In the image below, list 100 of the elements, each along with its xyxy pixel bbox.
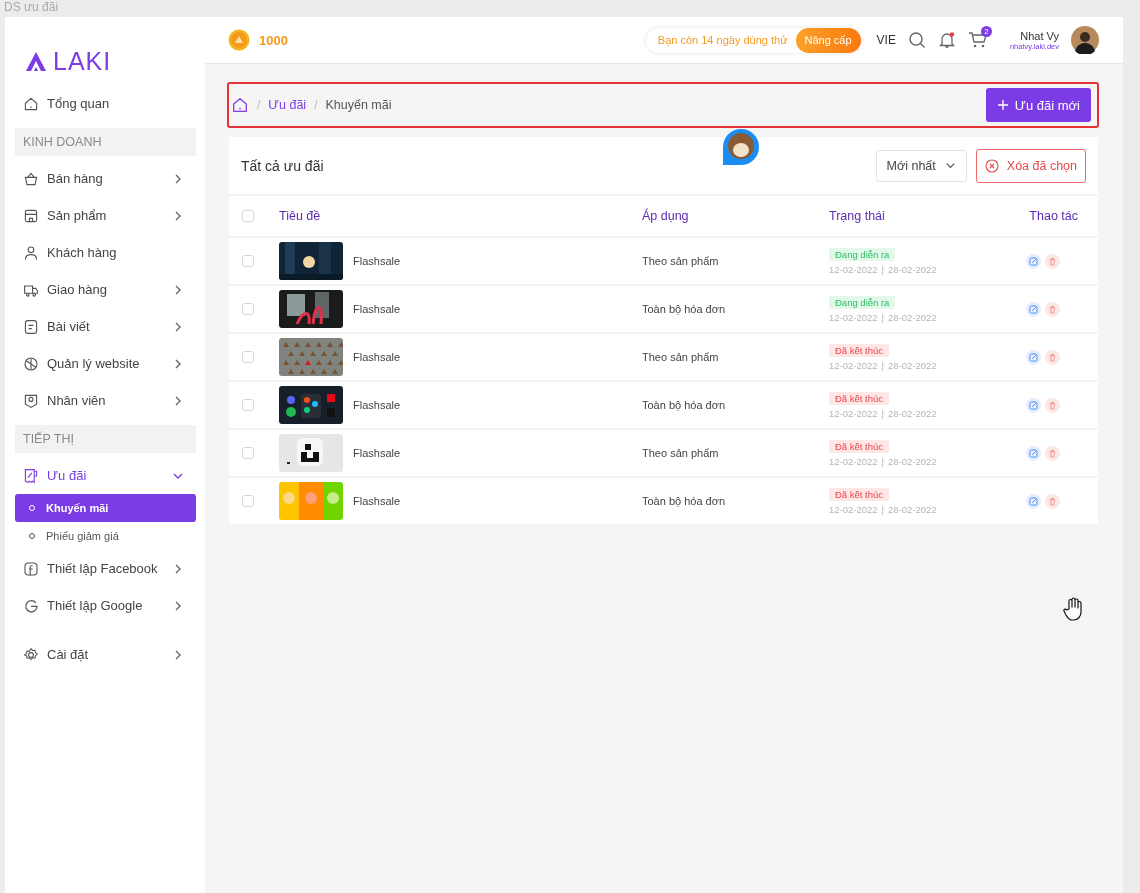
date-separator: | [881,311,885,323]
edit-icon[interactable] [1026,349,1041,365]
trash-icon[interactable] [1045,253,1060,269]
status-tag: Đang diễn ra [829,295,896,309]
section-header: TIẾP THỊ [15,425,196,453]
status-tag: Đã kết thúc [829,391,890,405]
plus-icon [996,99,1009,111]
home-icon[interactable] [231,96,249,114]
close-circle-icon [984,158,999,173]
new-offer-button[interactable]: Ưu đãi mới [985,88,1091,122]
globe-icon [23,355,39,372]
trash-icon[interactable] [1045,493,1060,509]
id-badge-icon [23,392,39,409]
trash-icon[interactable] [1045,445,1060,461]
offer-title: Flashsale [353,495,401,507]
start-date: 12-02-2022 [829,359,878,371]
date-separator: | [881,503,885,515]
breadcrumb-separator: / [314,98,318,112]
sidebar-item[interactable]: Tổng quan [15,85,196,122]
trash-icon[interactable] [1045,349,1060,365]
row-checkbox[interactable] [242,303,254,315]
card-title: Tất cả ưu đãi [241,157,325,174]
facebook-icon [23,560,39,577]
sidebar-item[interactable]: Thiết lập Google [15,587,196,624]
sidebar-item[interactable]: Bài viết [15,308,196,345]
edit-icon[interactable] [1026,301,1041,317]
section-header: KINH DOANH [15,128,196,156]
offer-title: Flashsale [353,303,401,315]
offer-title: Flashsale [353,351,401,363]
row-checkbox[interactable] [242,399,254,411]
sidebar-item[interactable]: Sản phẩm [15,197,196,234]
sidebar-item[interactable]: Thiết lập Facebook [15,550,196,587]
end-date: 28-02-2022 [888,311,937,323]
row-checkbox[interactable] [242,255,254,267]
row-checkbox[interactable] [242,495,254,507]
sidebar-item[interactable]: Cài đặt [15,636,196,673]
user-avatar[interactable] [1071,26,1099,54]
row-checkbox[interactable] [242,351,254,363]
offer-title: Flashsale [353,399,401,411]
hand-cursor-icon [1063,597,1085,621]
bell-icon[interactable] [937,31,956,49]
breadcrumb-separator: / [257,98,261,112]
search-icon[interactable] [907,31,926,49]
trash-icon[interactable] [1045,397,1060,413]
document-icon [23,318,39,335]
google-icon [23,597,39,614]
basket-icon [23,170,39,187]
status-tag: Đã kết thúc [829,343,890,357]
date-separator: | [881,263,885,275]
column-header: Trạng thái [829,209,886,223]
status-tag: Đang diễn ra [829,247,896,261]
start-date: 12-02-2022 [829,263,878,275]
brand-name: LAKI [53,46,112,76]
apply-scope: Theo sản phẩm [642,447,720,459]
breadcrumb-link[interactable]: Ưu đãi [268,98,307,112]
delete-selected-button[interactable]: Xóa đã chọn [975,148,1086,183]
trial-text: Bạn còn 14 ngày dùng thử [657,34,788,46]
frame-title: DS ưu đãi [4,0,59,14]
sidebar-subitem[interactable]: Khuyến mãi [15,494,196,522]
date-separator: | [881,455,885,467]
sidebar-item[interactable]: Quản lý website [15,345,196,382]
sidebar-item[interactable]: Bán hàng [15,160,196,197]
end-date: 28-02-2022 [888,503,937,515]
sidebar-item[interactable]: Khách hàng [15,234,196,271]
language-selector[interactable]: VIE [876,33,896,47]
sidebar-item[interactable]: Nhân viên [15,382,196,419]
coin-icon [228,29,250,51]
home-icon [23,95,39,112]
start-date: 12-02-2022 [829,503,878,515]
coin-balance: 1000 [259,32,288,48]
sidebar-item[interactable]: Giao hàng [15,271,196,308]
date-separator: | [881,407,885,419]
coupon-icon [23,467,39,484]
offer-title: Flashsale [353,447,401,459]
status-tag: Đã kết thúc [829,439,890,453]
user-icon [23,244,39,261]
apply-scope: Toàn bộ hóa đơn [642,399,727,411]
edit-icon[interactable] [1026,445,1041,461]
end-date: 28-02-2022 [888,263,937,275]
select-all-checkbox[interactable] [242,210,254,222]
edit-icon[interactable] [1026,253,1041,269]
date-separator: | [881,359,885,371]
edit-icon[interactable] [1026,493,1041,509]
logo-icon [25,50,47,72]
start-date: 12-02-2022 [829,407,878,419]
trash-icon[interactable] [1045,301,1060,317]
apply-scope: Toàn bộ hóa đơn [642,303,727,315]
edit-icon[interactable] [1026,397,1041,413]
sidebar-item[interactable]: Ưu đãi [15,457,196,494]
start-date: 12-02-2022 [829,455,878,467]
sidebar-subitem[interactable]: Phiếu giảm giá [15,522,196,550]
user-name: Nhat Vy [1020,29,1059,42]
sort-dropdown[interactable]: Mới nhất [875,149,967,182]
chevron-icon [944,160,956,171]
chat-bubble-icon[interactable] [720,128,762,166]
column-header: Áp dụng [642,209,690,223]
row-checkbox[interactable] [242,447,254,459]
column-header: Tiêu đề [279,209,322,223]
cart-count-badge: 2 [980,26,992,37]
end-date: 28-02-2022 [888,455,937,467]
